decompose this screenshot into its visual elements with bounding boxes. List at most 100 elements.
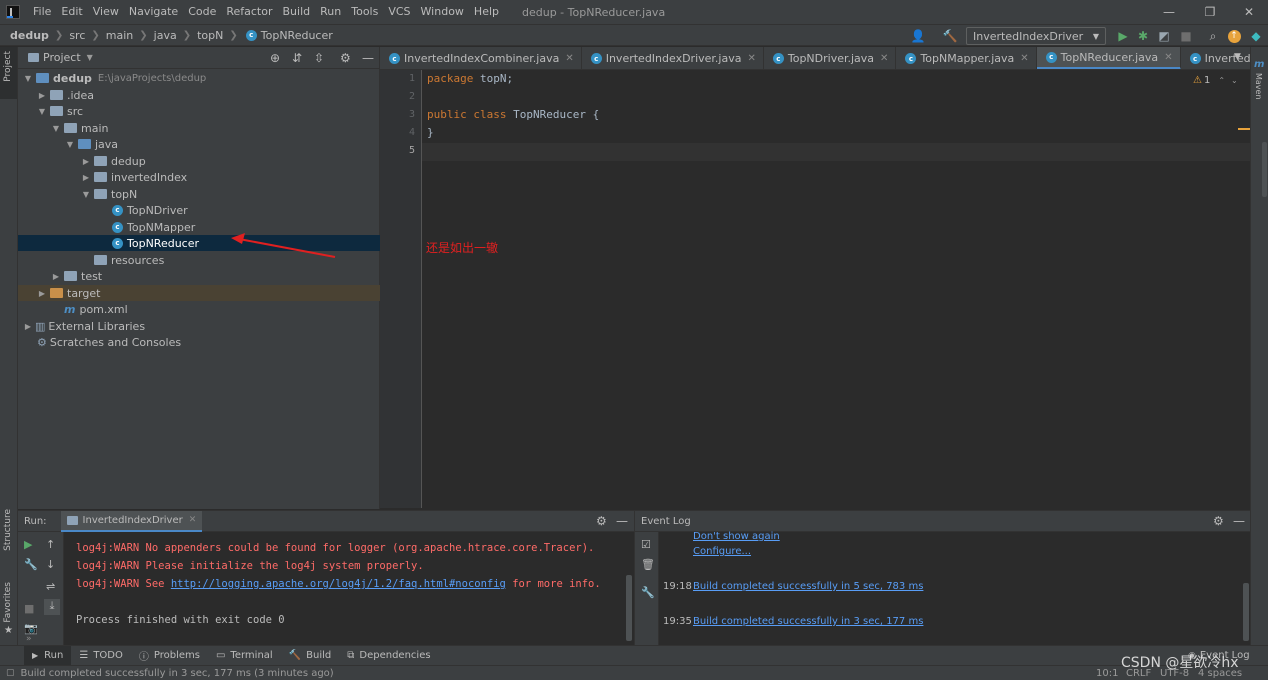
tree-item-dedup-package[interactable]: ▶ dedup	[18, 153, 380, 169]
breadcrumb-topn[interactable]: topN	[197, 29, 223, 42]
event-build-link[interactable]: Build completed successfully in 5 sec, 7…	[693, 581, 923, 592]
tree-item-main[interactable]: ▼ main	[18, 120, 380, 136]
mark-read-icon[interactable]: ☑	[641, 538, 651, 551]
tree-item-java[interactable]: ▼ java	[18, 136, 380, 152]
restore-icon[interactable]: ❐	[1193, 0, 1227, 24]
breadcrumb-main[interactable]: main	[106, 29, 133, 42]
menu-file[interactable]: File	[28, 0, 56, 24]
menu-edit[interactable]: Edit	[56, 0, 87, 24]
locate-target-icon[interactable]: ⊕	[270, 51, 280, 65]
search-icon[interactable]: ⌕	[1205, 28, 1221, 44]
wrench-icon[interactable]: 🔧	[24, 558, 38, 571]
tool-build-button[interactable]: 🔨 Build	[281, 646, 340, 666]
close-tab-icon[interactable]: ✕	[747, 53, 755, 64]
tree-item-external-libraries[interactable]: ▶ ▥ External Libraries	[18, 318, 380, 334]
tree-item-invertedindex-package[interactable]: ▶ invertedIndex	[18, 169, 380, 185]
tab-topndriver[interactable]: c TopNDriver.java ✕	[764, 47, 897, 69]
expand-all-icon[interactable]: ⇵	[292, 51, 302, 65]
event-build-link[interactable]: Build completed successfully in 3 sec, 1…	[693, 616, 923, 627]
tree-item-topndriver[interactable]: c TopNDriver	[18, 202, 380, 218]
gear-icon[interactable]: ⚙	[1213, 514, 1224, 528]
tab-topnmapper[interactable]: c TopNMapper.java ✕	[896, 47, 1037, 69]
hide-panel-icon[interactable]: —	[1233, 514, 1245, 528]
code-editor[interactable]: package topN; public class TopNReducer {…	[422, 70, 1250, 508]
run-tab-invertedindexdriver[interactable]: InvertedIndexDriver ✕	[60, 510, 203, 532]
project-panel-title[interactable]: Project	[43, 51, 81, 64]
maven-stripe-label[interactable]: Maven	[1254, 73, 1263, 100]
status-message[interactable]: Build completed successfully in 3 sec, 1…	[21, 668, 334, 679]
scroll-to-end-icon[interactable]: ⤓	[44, 599, 60, 615]
tool-problems-button[interactable]: ⓘ Problems	[131, 646, 208, 666]
menu-build[interactable]: Build	[278, 0, 316, 24]
collapse-all-icon[interactable]: ⇳	[314, 51, 324, 65]
menu-vcs[interactable]: VCS	[383, 0, 415, 24]
menu-run[interactable]: Run	[315, 0, 346, 24]
tool-run-button[interactable]: ▶ Run	[24, 645, 72, 666]
tree-item-target[interactable]: ▶ target	[18, 285, 380, 301]
warning-indicator[interactable]: ⚠ 1 ⌃ ⌄	[1193, 75, 1238, 86]
close-tab-icon[interactable]: ✕	[565, 53, 573, 64]
menu-help[interactable]: Help	[469, 0, 504, 24]
gear-icon[interactable]: ⚙	[340, 51, 351, 65]
breadcrumb-topnreducer[interactable]: TopNReducer	[261, 29, 333, 42]
event-log-scrollbar[interactable]	[1243, 583, 1249, 641]
update-icon[interactable]: ↑	[1226, 28, 1242, 44]
log4j-faq-link[interactable]: http://logging.apache.org/log4j/1.2/faq.…	[171, 578, 506, 590]
menu-navigate[interactable]: Navigate	[124, 0, 183, 24]
run-icon[interactable]: ▶	[1115, 28, 1131, 44]
more-icon[interactable]: »	[26, 634, 32, 644]
menu-tools[interactable]: Tools	[346, 0, 383, 24]
project-stripe-button[interactable]: Project	[0, 47, 17, 99]
tab-invertedindexcombiner[interactable]: c InvertedIndexCombiner.java ✕	[380, 47, 582, 69]
rerun-icon[interactable]: ▶	[24, 538, 32, 551]
trash-icon[interactable]: 🗑	[641, 558, 655, 571]
close-tab-icon[interactable]: ✕	[189, 515, 197, 525]
breadcrumb-src[interactable]: src	[69, 29, 85, 42]
tree-item-src[interactable]: ▼ src	[18, 103, 380, 119]
tree-item-dedup-root[interactable]: ▼ dedup E:\javaProjects\dedup	[18, 70, 380, 86]
chevron-down-icon[interactable]: ⌄	[1231, 76, 1238, 85]
console-scrollbar[interactable]	[626, 575, 632, 641]
debug-icon[interactable]: ✱	[1135, 28, 1151, 44]
arrow-down-icon[interactable]: ↓	[46, 558, 55, 571]
tab-topnreducer[interactable]: c TopNReducer.java ✕	[1036, 47, 1181, 69]
tree-item-test[interactable]: ▶ test	[18, 268, 380, 284]
coverage-icon[interactable]: ◩	[1156, 28, 1172, 44]
warning-stripe-mark[interactable]	[1238, 128, 1250, 130]
tree-item-scratches[interactable]: ⚙ Scratches and Consoles	[18, 334, 380, 350]
menu-window[interactable]: Window	[416, 0, 469, 24]
close-window-icon[interactable]: ✕	[1232, 0, 1266, 24]
jetbrains-toolbox-icon[interactable]: ◆	[1248, 28, 1264, 44]
tree-item-idea[interactable]: ▶ .idea	[18, 87, 380, 103]
tabs-overflow-icon[interactable]: ▼	[1234, 52, 1241, 62]
breadcrumb-dedup[interactable]: dedup	[10, 29, 49, 42]
favorites-stripe-label[interactable]: Favorites	[3, 582, 13, 623]
close-tab-icon[interactable]: ✕	[1020, 53, 1028, 64]
menu-refactor[interactable]: Refactor	[221, 0, 277, 24]
status-panel-icon[interactable]: ▢	[6, 668, 15, 678]
menu-code[interactable]: Code	[183, 0, 221, 24]
tree-item-topn-package[interactable]: ▼ topN	[18, 186, 380, 202]
arrow-up-icon[interactable]: ↑	[46, 538, 55, 551]
close-tab-icon[interactable]: ✕	[880, 53, 888, 64]
gear-icon[interactable]: ⚙	[596, 514, 607, 528]
wrench-icon[interactable]: 🔧	[641, 586, 655, 599]
chevron-up-icon[interactable]: ⌃	[1218, 76, 1225, 85]
minimize-icon[interactable]: —	[1152, 0, 1186, 24]
tool-terminal-button[interactable]: ▭ Terminal	[208, 646, 281, 666]
configure-link[interactable]: Configure...	[693, 546, 751, 557]
tab-invertedindexdriver[interactable]: c InvertedIndexDriver.java ✕	[582, 47, 764, 69]
tool-todo-button[interactable]: ☰ TODO	[71, 646, 131, 666]
tree-item-pom[interactable]: m pom.xml	[18, 301, 380, 317]
stop-icon[interactable]: ■	[24, 602, 34, 615]
editor-scrollbar[interactable]	[1262, 142, 1267, 197]
tool-dependencies-button[interactable]: ⧉ Dependencies	[339, 646, 438, 666]
structure-stripe-label[interactable]: Structure	[3, 509, 13, 551]
close-tab-icon[interactable]: ✕	[1164, 52, 1172, 63]
soft-wrap-icon[interactable]: ⇌	[46, 580, 55, 593]
dont-show-again-link[interactable]: Don't show again	[693, 531, 780, 542]
hide-panel-icon[interactable]: —	[616, 514, 628, 528]
user-icon[interactable]: 👤	[910, 28, 926, 44]
stop-icon[interactable]: ■	[1178, 28, 1194, 44]
hide-panel-icon[interactable]: —	[362, 51, 374, 65]
